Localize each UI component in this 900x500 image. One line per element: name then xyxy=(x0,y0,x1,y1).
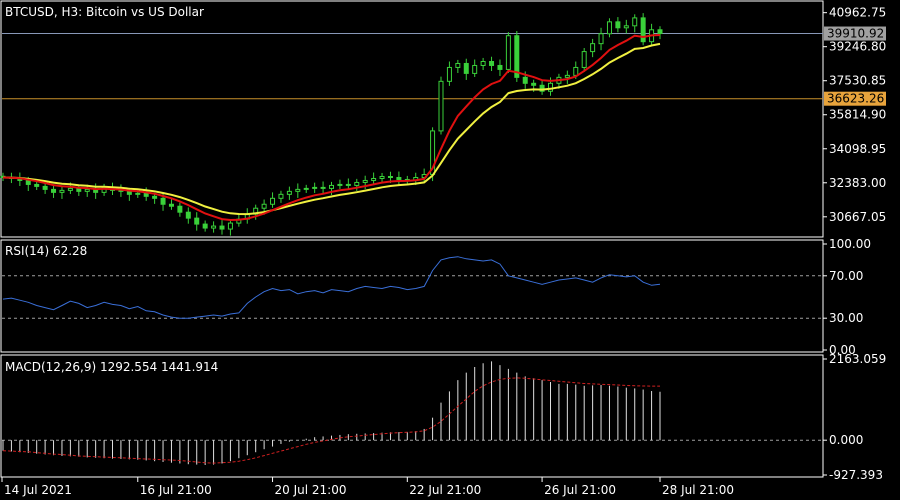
candle-body-bull xyxy=(329,184,334,189)
price-level-label: 39910.92 xyxy=(827,27,884,41)
candle-body-bull xyxy=(632,17,638,27)
candle-body-bear xyxy=(489,61,495,66)
candle xyxy=(514,30,520,82)
candle-body-bear xyxy=(126,190,132,195)
candle-body-bull xyxy=(303,187,309,190)
candle-body-bull xyxy=(379,176,385,179)
candle-body-bull xyxy=(573,66,579,76)
candle-body-bear xyxy=(387,176,393,178)
time-tick-label: 26 Jul 21:00 xyxy=(544,483,616,497)
main-chart-title: BTCUSD, H3: Bitcoin vs US Dollar xyxy=(5,5,204,19)
candle-body-bear xyxy=(345,183,351,186)
candle-body-bull xyxy=(286,190,292,195)
time-tick-label: 14 Jul 2021 xyxy=(4,483,72,497)
trading-chart[interactable]: 40962.75 39246.80 37530.85 35814.90 34098.95… xyxy=(0,0,900,500)
candle-body-bull xyxy=(84,188,90,192)
candle-body-bear xyxy=(202,223,208,229)
candle-body-bull xyxy=(505,35,511,70)
candle-body-bull xyxy=(446,66,452,82)
time-tick-label: 16 Jul 21:00 xyxy=(140,483,212,497)
rsi-tick-label: 100.00 xyxy=(829,237,871,251)
candle-body-bear xyxy=(531,82,537,86)
candle-body-bear xyxy=(168,203,174,207)
price-tick-label: 30667.05 xyxy=(829,210,886,224)
candle-body-bear xyxy=(522,76,528,84)
candle-body-bull xyxy=(362,179,368,183)
candle-body-bull xyxy=(438,80,444,132)
candle-body-bull xyxy=(295,188,301,192)
candle-body-bear xyxy=(51,188,57,193)
price-tick-label: 40962.75 xyxy=(829,6,886,20)
time-tick-label: 28 Jul 21:00 xyxy=(662,483,734,497)
price-tick-label: 35814.90 xyxy=(829,108,886,122)
time-tick-label: 22 Jul 21:00 xyxy=(409,483,481,497)
candle-body-bull xyxy=(312,186,318,189)
candle xyxy=(505,32,511,73)
candle-body-bull xyxy=(598,33,604,45)
candle-body-bear xyxy=(615,21,621,29)
candle-body-bull xyxy=(472,64,478,74)
candle-body-bull xyxy=(278,193,284,199)
candle-body-bull xyxy=(211,225,217,229)
rsi-tick-label: 70.00 xyxy=(829,269,863,283)
candle-body-bull xyxy=(480,61,486,66)
price-level-label: 36623.26 xyxy=(827,92,884,106)
candle-body-bear xyxy=(657,29,663,35)
candle-body-bear xyxy=(194,217,200,225)
candle-body-bear xyxy=(177,205,183,213)
candle-body-bull xyxy=(606,21,612,35)
candle-body-bull xyxy=(270,197,276,205)
candle-body-bull xyxy=(455,62,461,68)
price-tick-label: 32383.00 xyxy=(829,176,886,190)
candle-body-bear xyxy=(160,197,166,205)
candle-body-bear xyxy=(219,225,225,230)
candle-body-bull xyxy=(371,177,377,181)
price-tick-label: 37530.85 xyxy=(829,74,886,88)
price-tick-label: 34098.95 xyxy=(829,142,886,156)
candle-body-bull xyxy=(581,51,587,68)
candle-body-bear xyxy=(320,186,326,189)
candle-body-bull xyxy=(59,189,65,193)
candle-body-bull xyxy=(623,25,629,29)
candle-body-bear xyxy=(34,183,40,187)
macd-tick-label: 0.000 xyxy=(829,433,863,447)
price-tick-label: 39246.80 xyxy=(829,40,886,54)
candle-body-bear xyxy=(143,192,149,197)
candle-body-bear xyxy=(25,179,31,185)
candle-body-bull xyxy=(227,222,233,230)
candle-body-bear xyxy=(396,176,402,180)
macd-title: MACD(12,26,9) 1292.554 1441.914 xyxy=(5,360,218,374)
candle-body-bear xyxy=(42,185,48,190)
candle xyxy=(640,13,646,46)
candle-body-bear xyxy=(185,211,191,219)
macd-tick-label: 2163.059 xyxy=(829,352,886,366)
rsi-title: RSI(14) 62.28 xyxy=(5,244,87,258)
candle-body-bull xyxy=(590,43,596,53)
candle-body-bull xyxy=(337,183,343,186)
candle-body-bull xyxy=(354,181,360,186)
candle-body-bull xyxy=(67,187,73,191)
candle-body-bull xyxy=(261,203,267,209)
time-tick-label: 20 Jul 21:00 xyxy=(275,483,347,497)
candle-body-bull xyxy=(564,74,570,78)
rsi-tick-label: 30.00 xyxy=(829,311,863,325)
candle-body-bear xyxy=(497,64,503,70)
candle-body-bull xyxy=(548,82,553,92)
macd-tick-label: -927.393 xyxy=(829,468,883,482)
candle xyxy=(438,76,444,135)
candle-body-bear xyxy=(640,17,646,43)
candle-body-bear xyxy=(152,195,158,199)
candle-body-bull xyxy=(135,192,141,195)
candle-body-bear xyxy=(463,62,469,74)
